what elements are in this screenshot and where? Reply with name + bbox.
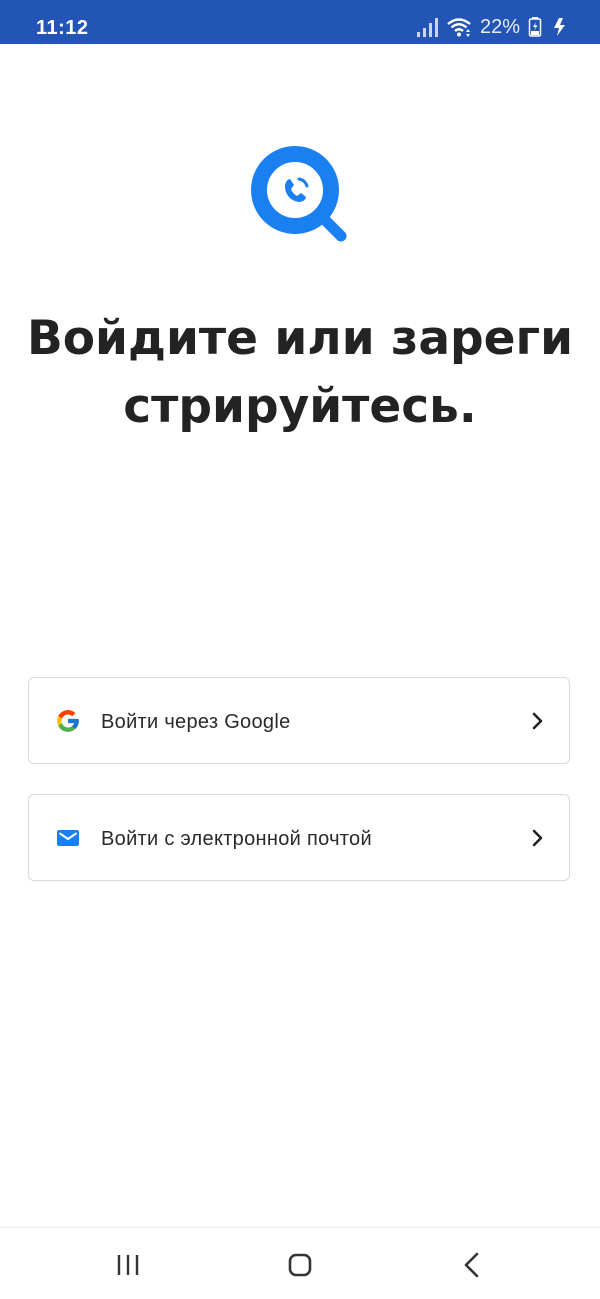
chevron-right-icon <box>529 828 547 848</box>
back-icon[interactable] <box>458 1250 488 1280</box>
email-signin-button[interactable]: Войти с электронной почтой <box>28 794 570 881</box>
signal-icon <box>416 16 438 38</box>
email-signin-label: Войти с электронной почтой <box>101 828 372 850</box>
google-signin-button[interactable]: Войти через Google <box>28 677 570 764</box>
search-phone-icon <box>251 146 347 242</box>
google-signin-label: Войти через Google <box>101 711 291 733</box>
wifi-icon <box>446 16 472 38</box>
status-bar: 11:12 22% <box>0 0 600 44</box>
battery-icon <box>528 16 542 38</box>
battery-percent: 22% <box>479 16 520 38</box>
charging-icon <box>550 16 570 38</box>
page-title: Войдите или зарегистрируйтесь. <box>26 311 574 434</box>
status-time: 11:12 <box>36 17 89 39</box>
status-indicators: 22% <box>416 12 570 42</box>
home-icon[interactable] <box>285 1250 315 1280</box>
google-icon <box>55 708 81 734</box>
system-navigation-bar <box>0 1228 600 1299</box>
recent-apps-icon[interactable] <box>114 1250 144 1280</box>
app-logo <box>250 145 350 245</box>
chevron-right-icon <box>529 711 547 731</box>
mail-icon <box>55 825 81 851</box>
